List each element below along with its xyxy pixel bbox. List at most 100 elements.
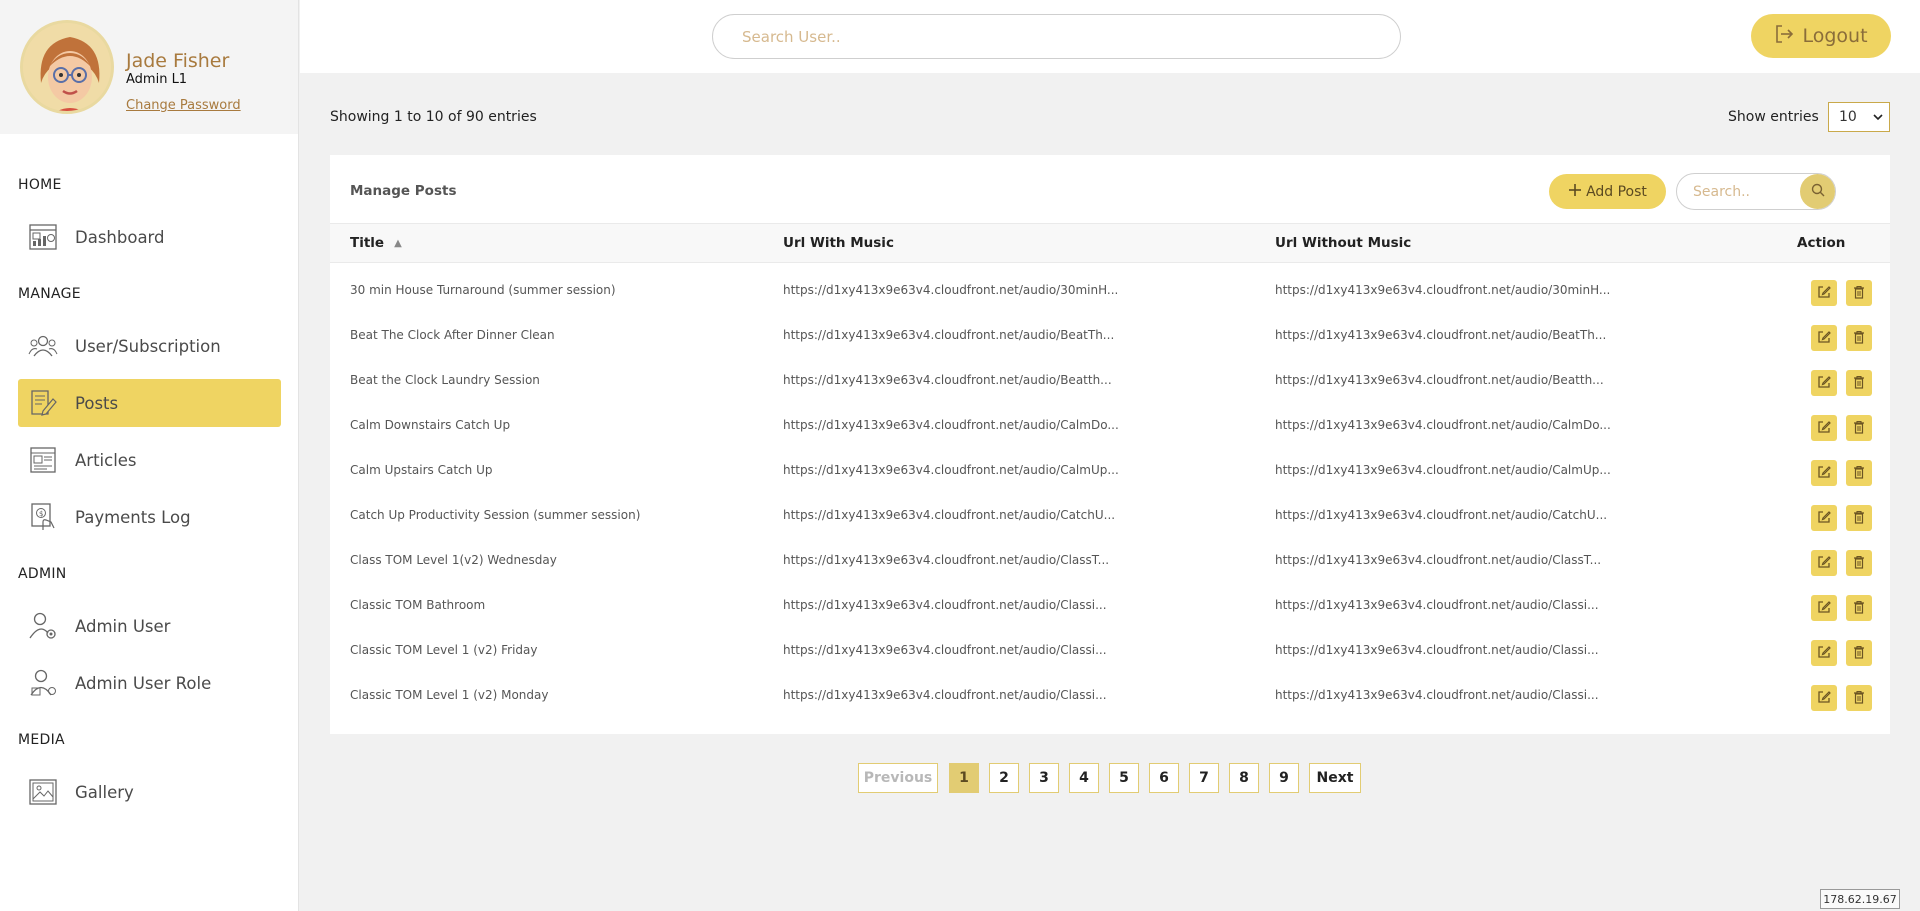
edit-button[interactable] [1811,370,1837,396]
url-with-music[interactable]: https://d1xy413x9e63v4.cloudfront.net/au… [783,283,1118,297]
edit-icon [1817,419,1831,438]
trash-icon [1853,374,1865,393]
entries-select[interactable]: 10 [1828,102,1890,132]
page-button-5[interactable]: 5 [1109,763,1139,793]
change-password-link[interactable]: Change Password [126,98,241,113]
delete-button[interactable] [1846,325,1872,351]
column-header-label: Title [350,235,385,251]
delete-button[interactable] [1846,505,1872,531]
post-search-input[interactable] [1677,174,1801,209]
post-title: Catch Up Productivity Session (summer se… [350,508,641,522]
url-with-music[interactable]: https://d1xy413x9e63v4.cloudfront.net/au… [783,553,1109,567]
edit-button[interactable] [1811,595,1837,621]
page-button-4[interactable]: 4 [1069,763,1099,793]
search-user-input[interactable] [712,14,1401,59]
url-with-music[interactable]: https://d1xy413x9e63v4.cloudfront.net/au… [783,418,1119,432]
post-title: Calm Upstairs Catch Up [350,463,493,477]
url-without-music[interactable]: https://d1xy413x9e63v4.cloudfront.net/au… [1275,283,1610,297]
url-with-music[interactable]: https://d1xy413x9e63v4.cloudfront.net/au… [783,373,1112,387]
sort-asc-icon: ▲ [394,238,402,249]
url-with-music[interactable]: https://d1xy413x9e63v4.cloudfront.net/au… [783,643,1107,657]
logout-button[interactable]: Logout [1751,14,1891,58]
url-with-music[interactable]: https://d1xy413x9e63v4.cloudfront.net/au… [783,508,1115,522]
sidebar-item-user-subscription[interactable]: User/Subscription [18,322,281,370]
page-button-6[interactable]: 6 [1149,763,1179,793]
url-with-music[interactable]: https://d1xy413x9e63v4.cloudfront.net/au… [783,598,1107,612]
url-without-music[interactable]: https://d1xy413x9e63v4.cloudfront.net/au… [1275,418,1611,432]
edit-button[interactable] [1811,325,1837,351]
edit-button[interactable] [1811,415,1837,441]
add-post-label: Add Post [1586,183,1647,200]
post-title: Classic TOM Level 1 (v2) Friday [350,643,538,657]
delete-button[interactable] [1846,640,1872,666]
table-row: Beat The Clock After Dinner Clean https:/… [330,314,1890,359]
page-button-2[interactable]: 2 [989,763,1019,793]
url-without-music[interactable]: https://d1xy413x9e63v4.cloudfront.net/au… [1275,373,1604,387]
delete-button[interactable] [1846,370,1872,396]
page-button-8[interactable]: 8 [1229,763,1259,793]
url-without-music[interactable]: https://d1xy413x9e63v4.cloudfront.net/au… [1275,688,1599,702]
panel-search [1676,173,1836,210]
url-without-music[interactable]: https://d1xy413x9e63v4.cloudfront.net/au… [1275,598,1599,612]
payments-icon: $ [28,502,58,532]
edit-button[interactable] [1811,550,1837,576]
page-button-3[interactable]: 3 [1029,763,1059,793]
url-with-music[interactable]: https://d1xy413x9e63v4.cloudfront.net/au… [783,328,1114,342]
chevron-down-icon [1873,109,1883,125]
column-header-url-without-music[interactable]: Url Without Music [1275,235,1411,251]
search-button[interactable] [1800,174,1835,209]
delete-button[interactable] [1846,460,1872,486]
sidebar: Jade Fisher Admin L1 Change Password HOM… [0,0,299,911]
edit-icon [1817,509,1831,528]
table-row: Calm Upstairs Catch Up https://d1xy413x9e… [330,449,1890,494]
profile-role: Admin L1 [126,72,188,87]
sidebar-item-admin-user[interactable]: Admin User [18,602,281,650]
url-without-music[interactable]: https://d1xy413x9e63v4.cloudfront.net/au… [1275,508,1607,522]
dashboard-icon [28,222,58,252]
sidebar-item-label: User/Subscription [75,336,221,356]
page-button-7[interactable]: 7 [1189,763,1219,793]
url-without-music[interactable]: https://d1xy413x9e63v4.cloudfront.net/au… [1275,463,1611,477]
edit-button[interactable] [1811,685,1837,711]
sidebar-item-dashboard[interactable]: Dashboard [18,213,281,261]
sidebar-item-label: Posts [75,393,119,413]
table-row: 30 min House Turnaround (summer session)… [330,269,1890,314]
url-with-music[interactable]: https://d1xy413x9e63v4.cloudfront.net/au… [783,463,1119,477]
delete-button[interactable] [1846,415,1872,441]
url-without-music[interactable]: https://d1xy413x9e63v4.cloudfront.net/au… [1275,643,1599,657]
table-row: Catch Up Productivity Session (summer se… [330,494,1890,539]
delete-button[interactable] [1846,280,1872,306]
sidebar-item-articles[interactable]: Articles [18,436,281,484]
logout-icon [1774,24,1794,49]
column-header-title[interactable]: Title ▲ [350,235,402,251]
url-without-music[interactable]: https://d1xy413x9e63v4.cloudfront.net/au… [1275,553,1601,567]
trash-icon [1853,464,1865,483]
delete-button[interactable] [1846,595,1872,621]
sidebar-item-payments-log[interactable]: $ Payments Log [18,493,281,541]
sidebar-item-label: Articles [75,450,137,470]
plus-icon [1568,183,1582,201]
column-header-url-with-music[interactable]: Url With Music [783,235,894,251]
post-title: Calm Downstairs Catch Up [350,418,511,432]
trash-icon [1853,689,1865,708]
edit-button[interactable] [1811,640,1837,666]
post-title: Class TOM Level 1(v2) Wednesday [350,553,557,567]
add-post-button[interactable]: Add Post [1549,174,1666,209]
page-button-1[interactable]: 1 [949,763,979,793]
sidebar-item-posts[interactable]: Posts [18,379,281,427]
edit-button[interactable] [1811,505,1837,531]
next-page-button[interactable]: Next [1309,763,1361,793]
edit-button[interactable] [1811,460,1837,486]
url-with-music[interactable]: https://d1xy413x9e63v4.cloudfront.net/au… [783,688,1107,702]
admin-user-icon [28,611,58,641]
trash-icon [1853,554,1865,573]
sidebar-item-gallery[interactable]: Gallery [18,768,281,816]
edit-button[interactable] [1811,280,1837,306]
url-without-music[interactable]: https://d1xy413x9e63v4.cloudfront.net/au… [1275,328,1606,342]
delete-button[interactable] [1846,685,1872,711]
previous-page-button[interactable]: Previous [858,763,938,793]
delete-button[interactable] [1846,550,1872,576]
sidebar-item-admin-user-role[interactable]: Admin User Role [18,659,281,707]
page-button-9[interactable]: 9 [1269,763,1299,793]
section-title-manage: MANAGE [18,286,81,302]
